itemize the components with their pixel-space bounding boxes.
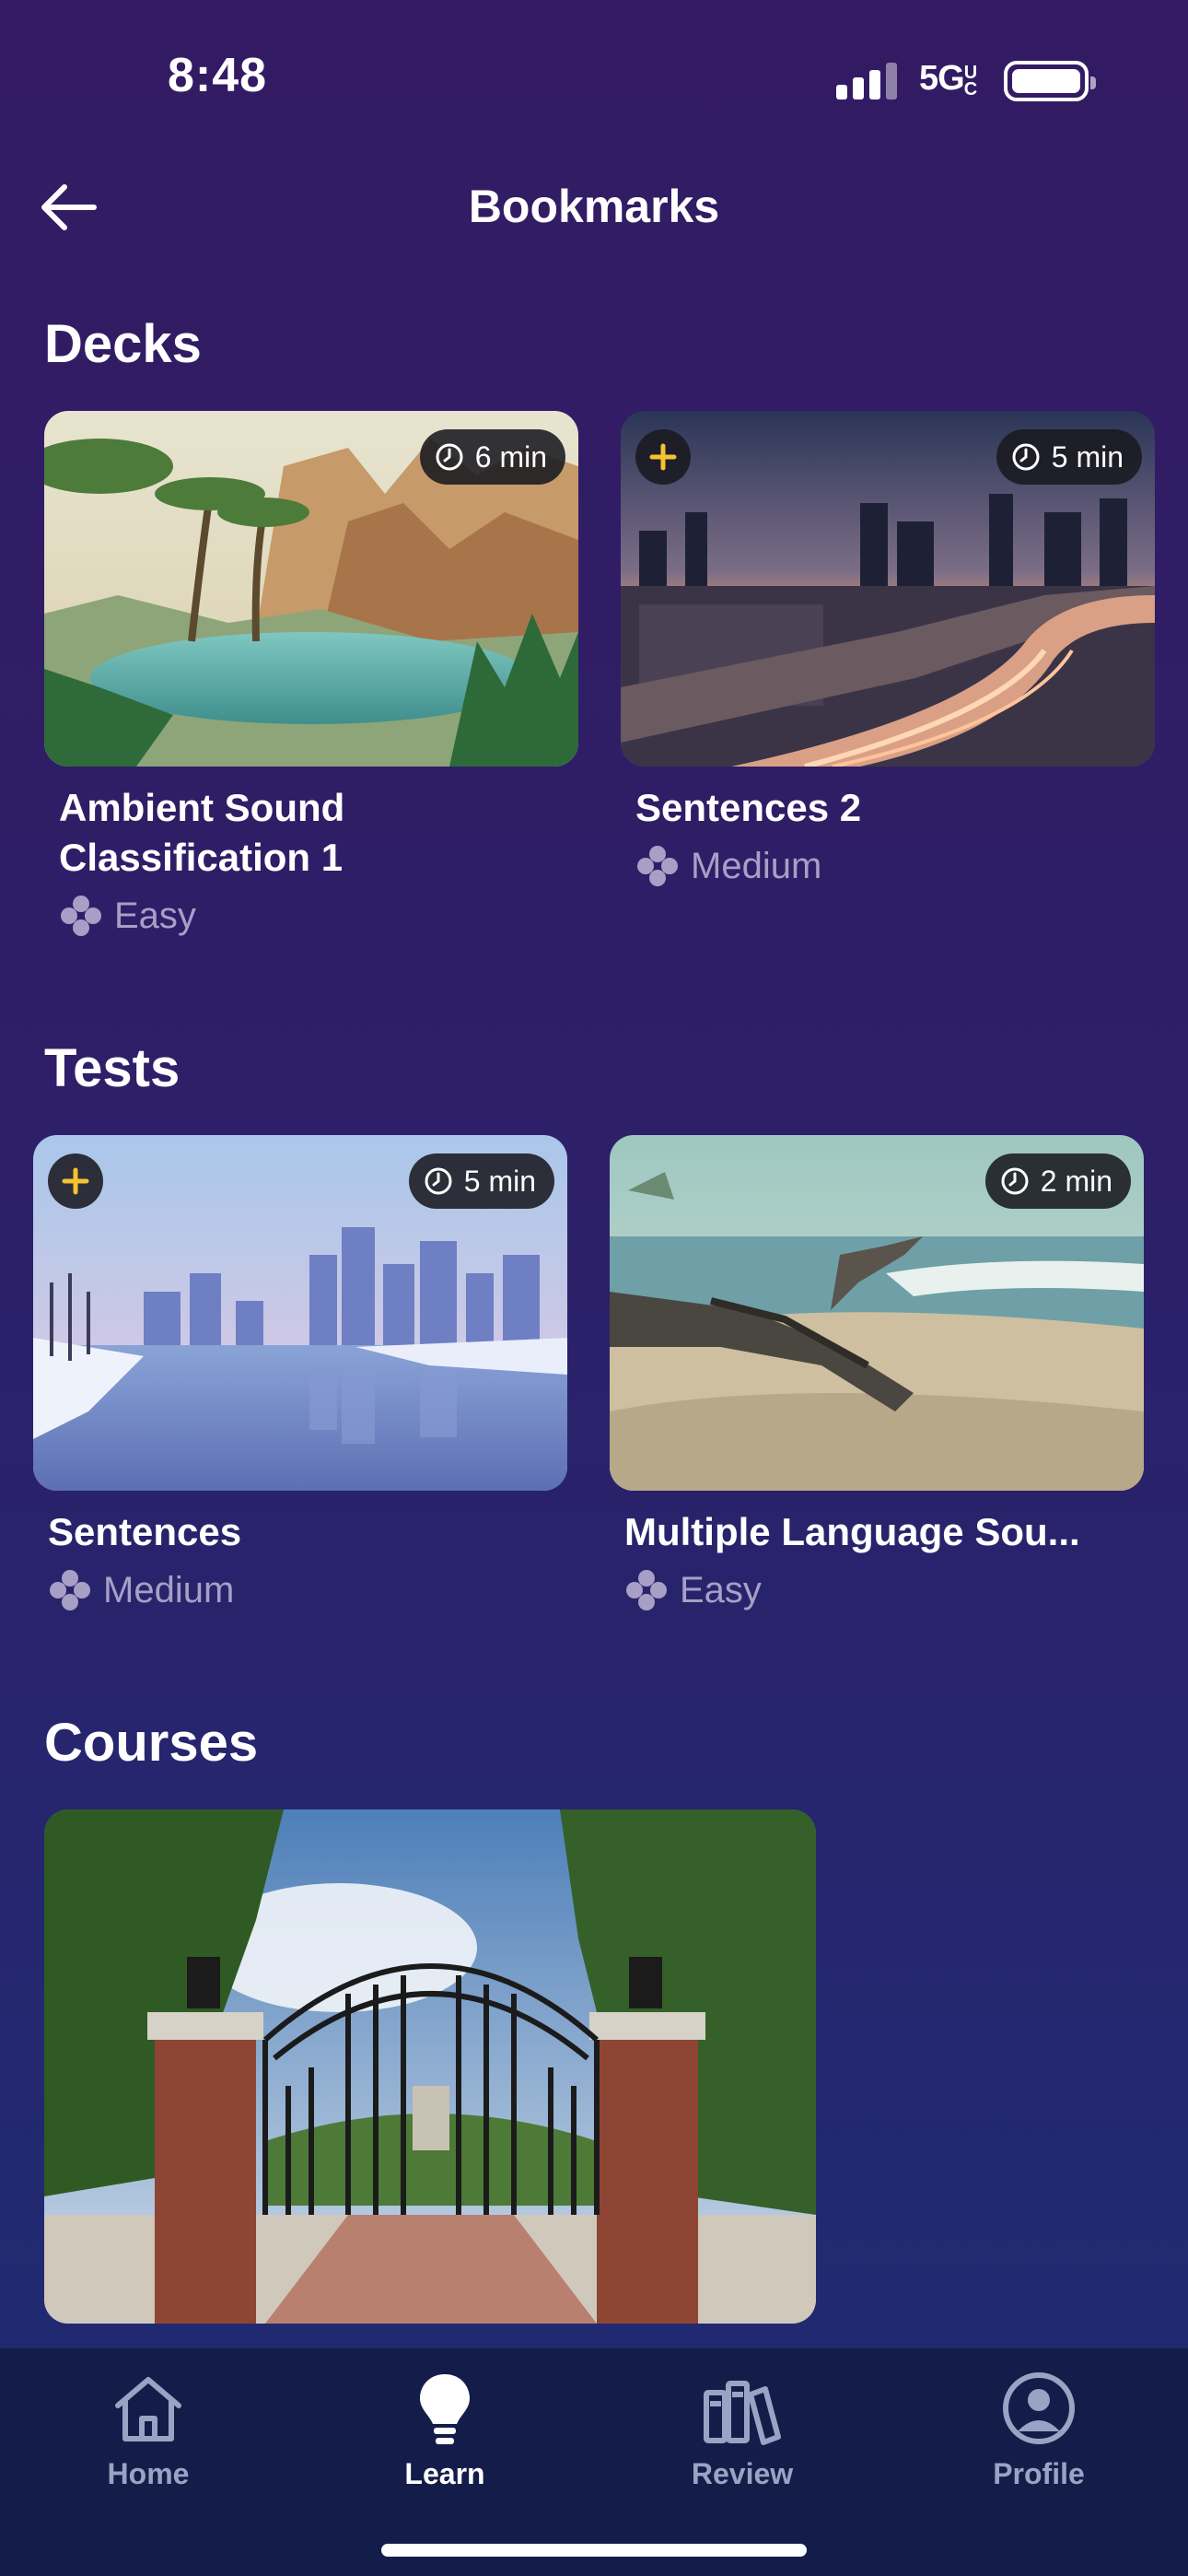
- plus-icon: [62, 1167, 89, 1195]
- cellular-signal-icon: [836, 63, 897, 100]
- deck-thumbnail-city-highway: 5 min: [621, 411, 1155, 767]
- difficulty-icon: [637, 846, 678, 886]
- duration-badge: 2 min: [984, 1153, 1131, 1209]
- card-title: Ambient Sound Classification 1: [59, 786, 345, 879]
- test-card[interactable]: 2 min Multiple Language Sou... Easy: [610, 1135, 1144, 1612]
- test-thumbnail-beach: 2 min: [610, 1135, 1144, 1491]
- books-icon: [704, 2381, 781, 2445]
- deck-card[interactable]: 5 min Sentences 2 Medium: [621, 411, 1155, 888]
- plus-icon: [649, 443, 677, 471]
- clock-icon: [1001, 1167, 1029, 1195]
- card-title: Multiple Language Sou...: [624, 1510, 1080, 1553]
- difficulty-icon: [61, 896, 101, 936]
- tab-learn[interactable]: Learn: [353, 2367, 537, 2491]
- duration-badge: 5 min: [996, 429, 1142, 485]
- battery-icon: [1004, 61, 1096, 101]
- tab-profile[interactable]: Profile: [947, 2367, 1131, 2491]
- card-title: Sentences: [48, 1510, 242, 1553]
- duration-badge: 6 min: [419, 429, 565, 485]
- test-thumbnail-winter-city: 5 min: [33, 1135, 567, 1491]
- duration-badge: 5 min: [408, 1153, 554, 1209]
- clock-icon: [425, 1167, 452, 1195]
- tab-bar: Home Learn Review Profile: [0, 2348, 1188, 2576]
- lightbulb-icon: [420, 2374, 470, 2444]
- section-title-courses: Courses: [44, 1713, 259, 1773]
- status-bar: 8:48 5GUC: [0, 0, 1188, 147]
- deck-thumbnail-oasis: 6 min: [44, 411, 578, 767]
- status-time: 8:48: [168, 49, 268, 102]
- course-thumbnail-campus-gate: [44, 1809, 816, 2324]
- tab-home[interactable]: Home: [56, 2367, 240, 2491]
- difficulty-icon: [50, 1570, 90, 1610]
- network-type: 5GUC: [919, 59, 977, 100]
- section-title-decks: Decks: [44, 314, 202, 374]
- test-card[interactable]: 5 min Sentences Medium: [33, 1135, 567, 1612]
- difficulty-label: Easy: [610, 1568, 1144, 1612]
- add-badge: [635, 429, 691, 485]
- difficulty-label: Medium: [621, 844, 1155, 888]
- clock-icon: [1012, 443, 1040, 471]
- section-title-tests: Tests: [44, 1038, 181, 1098]
- difficulty-label: Medium: [33, 1568, 567, 1612]
- home-indicator: [381, 2544, 807, 2557]
- house-icon: [115, 2377, 181, 2441]
- deck-card[interactable]: 6 min Ambient Sound Classification 1 Eas…: [44, 411, 578, 938]
- course-card[interactable]: [44, 1809, 816, 2324]
- tab-review[interactable]: Review: [650, 2367, 834, 2491]
- user-circle-icon: [1003, 2372, 1075, 2444]
- difficulty-icon: [626, 1570, 667, 1610]
- difficulty-label: Easy: [44, 894, 578, 938]
- add-badge: [48, 1153, 103, 1209]
- page-title: Bookmarks: [468, 181, 720, 232]
- card-title: Sentences 2: [635, 786, 862, 829]
- clock-icon: [436, 443, 463, 471]
